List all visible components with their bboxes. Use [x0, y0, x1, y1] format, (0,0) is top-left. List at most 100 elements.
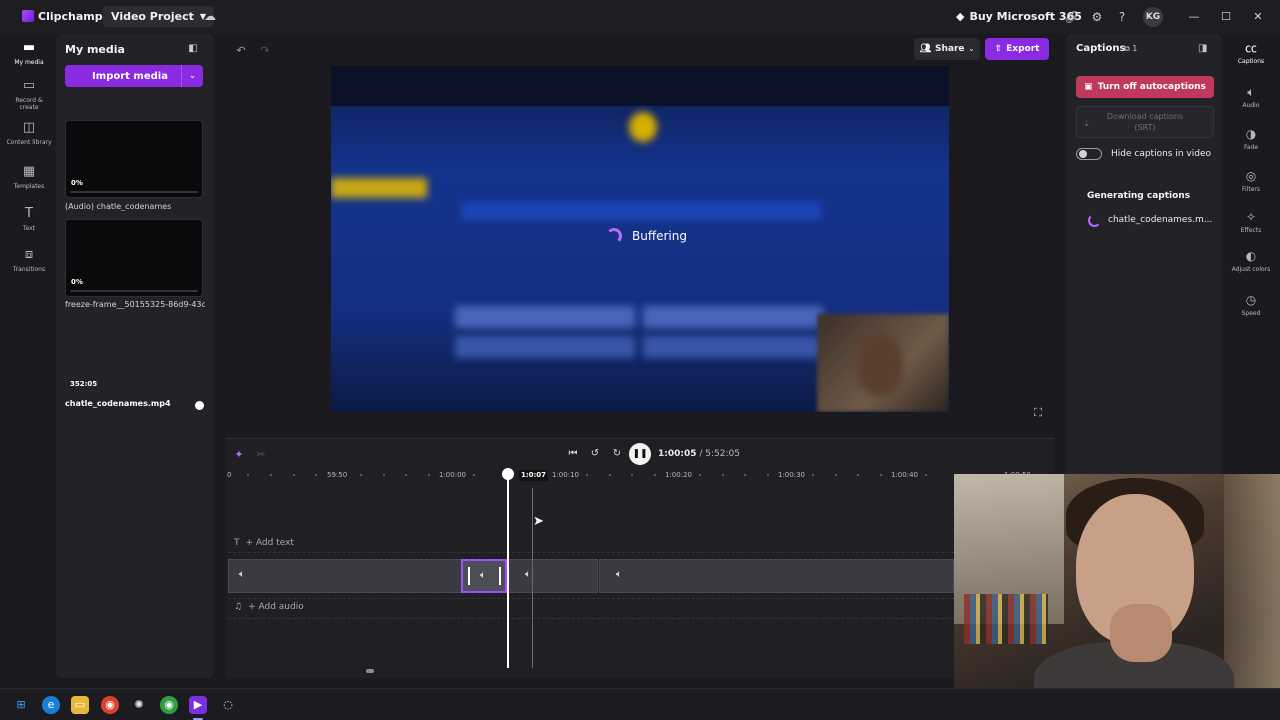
cloud-sync-icon[interactable]: ☁	[202, 9, 218, 25]
track-divider	[228, 598, 954, 599]
rail-item-effects[interactable]: ✧ Effects	[1228, 209, 1274, 234]
edge-browser-icon[interactable]: e	[42, 696, 60, 714]
collapse-panel-icon[interactable]: ◧	[187, 43, 199, 55]
ruler-tick-label: 1:00:30	[778, 471, 805, 479]
rail-item-text[interactable]: T Text	[6, 206, 52, 232]
share-button[interactable]: 👥︎ Share ⌄	[914, 38, 980, 60]
download-captions-button[interactable]: ⤓ Download captions (SRT)	[1076, 106, 1214, 138]
current-time: 1:00:05	[658, 449, 697, 459]
ruler-tick-label: 1:00:00	[439, 471, 466, 479]
time-separator: /	[696, 449, 706, 459]
rail-item-templates[interactable]: ▦ Templates	[6, 164, 52, 190]
left-navigation-rail: ▬ My media ▭ Record & create ◫ Content l…	[0, 34, 56, 678]
rail-item-content-library[interactable]: ◫ Content library	[6, 120, 52, 146]
text-icon: T	[25, 206, 33, 221]
rewind-5s-icon[interactable]: ↺	[587, 446, 603, 462]
rail-item-filters[interactable]: ◎ Filters	[1228, 168, 1274, 193]
preview-frame-topbar	[331, 66, 949, 106]
media-item-freeze-frame[interactable]: 0%	[65, 219, 203, 297]
close-icon[interactable]: ✕	[1250, 9, 1266, 25]
buy-microsoft-365-button[interactable]: ◆ Buy Microsoft 365	[956, 10, 1082, 23]
app-icon[interactable]: ◌	[219, 696, 237, 714]
undo-icon[interactable]: ↶	[234, 44, 248, 58]
windows-start-icon[interactable]: ⊞	[12, 696, 30, 714]
add-text-track[interactable]: T + Add text	[234, 538, 294, 548]
chatgpt-icon[interactable]: ✺	[130, 696, 148, 714]
filters-icon: ◎	[1245, 169, 1257, 183]
ruler-tick	[925, 474, 927, 476]
turn-off-autocaptions-button[interactable]: ▣ Turn off autocaptions	[1076, 76, 1214, 98]
playhead-handle[interactable]	[502, 468, 514, 480]
trim-handle-right[interactable]	[499, 567, 501, 585]
dock-panel-icon[interactable]: ◨	[1198, 43, 1207, 54]
trim-handle-left[interactable]	[468, 567, 470, 585]
project-name-dropdown[interactable]: Video Project ▼	[103, 6, 215, 27]
selected-check-icon[interactable]	[195, 401, 204, 410]
ruler-tick	[654, 474, 656, 476]
track-divider	[228, 618, 954, 619]
webcam-person-hand	[1110, 604, 1172, 662]
timeline-panel	[226, 438, 1054, 678]
timeline-clip[interactable]: 🔈︎	[228, 559, 462, 593]
chrome-icon[interactable]: ◉	[101, 696, 119, 714]
export-label: Export	[1006, 44, 1040, 54]
link-icon[interactable]: 🔗︎	[1064, 9, 1080, 25]
clipchamp-taskbar-icon[interactable]: ▶	[189, 696, 207, 714]
chrome-profile-icon[interactable]: ◉	[160, 696, 178, 714]
rail-item-fade[interactable]: ◑ Fade	[1228, 126, 1274, 151]
panel-title: Captions	[1076, 43, 1126, 54]
ruler-tick	[293, 474, 295, 476]
export-button[interactable]: ⇧ Export	[985, 38, 1049, 60]
app-name: Clipchamp	[38, 10, 103, 23]
timeline-clip[interactable]: 🔈︎	[599, 559, 954, 593]
ruler-tick	[360, 474, 362, 476]
ruler-tick	[609, 474, 611, 476]
file-explorer-icon[interactable]: ▭	[71, 696, 89, 714]
fullscreen-icon[interactable]: ⛶	[1031, 406, 1045, 420]
pause-button[interactable]: ❚❚	[629, 443, 651, 465]
ruler-tick	[699, 474, 701, 476]
rail-item-transitions[interactable]: ⧈ Transitions	[6, 247, 52, 273]
media-item-name: (Audio) chatle_codenames	[65, 202, 172, 211]
library-icon: ◫	[22, 120, 36, 135]
scissors-icon[interactable]: ✂	[254, 448, 268, 462]
help-icon[interactable]: ?	[1114, 9, 1130, 25]
import-media-button[interactable]: Import media ⌄	[65, 65, 203, 87]
timeline-clip-selected[interactable]: 🔈︎	[461, 559, 507, 593]
rail-item-record-create[interactable]: ▭ Record & create	[6, 78, 52, 111]
ruler-tick	[247, 474, 249, 476]
chevron-down-icon[interactable]: ⌄	[181, 65, 203, 87]
redo-icon[interactable]: ↷	[258, 44, 272, 58]
rail-item-audio[interactable]: 🔈︎ Audio	[1228, 84, 1274, 109]
rail-item-captions[interactable]: ㏄ Captions	[1228, 40, 1274, 65]
maximize-icon[interactable]: ☐	[1218, 9, 1234, 25]
forward-5s-icon[interactable]: ↻	[609, 446, 625, 462]
ruler-tick	[744, 474, 746, 476]
rail-item-my-media[interactable]: ▬ My media	[6, 40, 52, 66]
avatar[interactable]: KG	[1143, 7, 1163, 27]
media-item-audio[interactable]: 0%	[65, 120, 203, 198]
generating-captions-title: Generating captions	[1087, 191, 1191, 201]
ruler-tick	[835, 474, 837, 476]
timeline-clip[interactable]: 🔈︎	[508, 559, 598, 593]
minimize-icon[interactable]: —	[1186, 9, 1202, 25]
preview-frame-blur	[643, 306, 823, 328]
rail-item-speed[interactable]: ◷ Speed	[1228, 292, 1274, 317]
total-time: 5:52:05	[705, 449, 740, 459]
speaker-icon: 🔈︎	[525, 569, 531, 580]
skip-to-start-icon[interactable]: ⏮	[565, 446, 581, 462]
timeline-scrollbar[interactable]	[366, 669, 374, 673]
media-item-video[interactable]: 352:05	[65, 318, 203, 396]
rail-item-adjust-colors[interactable]: ◐ Adjust colors	[1228, 248, 1274, 273]
magic-edit-icon[interactable]: ✦	[232, 448, 246, 462]
add-audio-track[interactable]: ♫ + Add audio	[234, 602, 304, 612]
ruler-tick-label: 1:00:40	[891, 471, 918, 479]
playhead[interactable]	[507, 478, 509, 668]
buffering-indicator: Buffering	[606, 228, 687, 244]
progress-bar	[70, 290, 198, 292]
hide-captions-toggle[interactable]	[1076, 148, 1102, 160]
gear-icon[interactable]: ⚙	[1089, 9, 1105, 25]
webcam-background-books	[964, 594, 1048, 644]
speaker-icon: 🔈︎	[616, 569, 622, 580]
captions-count-value: 1	[1132, 44, 1138, 53]
